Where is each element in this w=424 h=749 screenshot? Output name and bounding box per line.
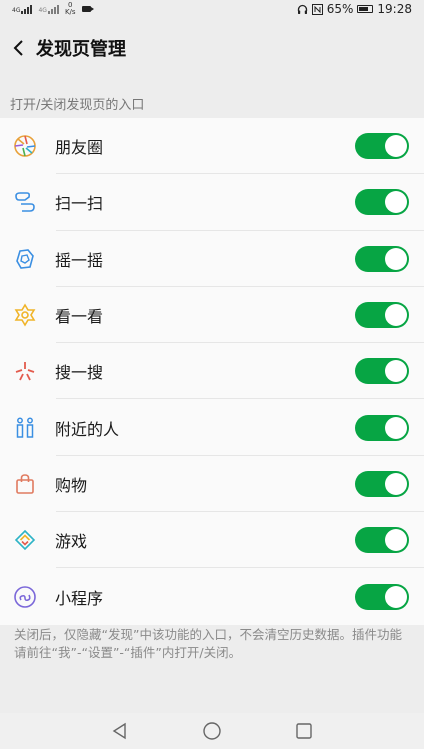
android-nav-bar <box>0 713 424 749</box>
signal-icon: 4G <box>38 4 59 14</box>
toggle-knob <box>385 529 407 552</box>
android-back-button[interactable] <box>109 720 131 742</box>
battery-icon <box>357 5 374 13</box>
people-nearby-toggle[interactable] <box>355 414 409 441</box>
top-stories-toggle[interactable] <box>355 302 409 329</box>
list-item-scan: 扫一扫 <box>0 174 424 231</box>
network-speed-unit: K/s <box>64 8 76 16</box>
list-item-label: 朋友圈 <box>55 138 104 158</box>
list-item-label: 扫一扫 <box>55 194 104 214</box>
list-item-shopping: 购物 <box>0 456 424 513</box>
moments-toggle[interactable] <box>355 133 409 160</box>
mini-program-icon <box>12 584 38 610</box>
page-title: 发现页管理 <box>36 39 126 60</box>
list-item-search: 搜一搜 <box>0 343 424 400</box>
shake-icon <box>12 246 38 272</box>
shopping-bag-icon <box>12 471 38 497</box>
toggle-knob <box>385 135 407 158</box>
scan-toggle[interactable] <box>355 189 409 216</box>
list-item-label: 看一看 <box>55 307 104 327</box>
list-item-label: 摇一摇 <box>55 250 104 270</box>
signal-label: 4G <box>38 6 47 14</box>
network-speed-icon: 0 K/s <box>64 1 76 16</box>
shake-toggle[interactable] <box>355 245 409 272</box>
recents-square-icon <box>296 723 312 739</box>
list-item-label: 搜一搜 <box>55 363 104 383</box>
scan-icon <box>12 189 38 215</box>
list-item-top-stories: 看一看 <box>0 287 424 344</box>
toggle-knob <box>385 360 407 383</box>
search-icon <box>12 358 38 384</box>
list-item-shake: 摇一摇 <box>0 231 424 288</box>
headset-icon <box>297 4 308 15</box>
footnote: 关闭后，仅隐藏“发现”中该功能的入口，不会清空历史数据。插件功能请前往“我”-“… <box>14 627 402 660</box>
android-home-button[interactable] <box>201 720 223 742</box>
signal-icon: 4G <box>12 4 33 14</box>
toggle-knob <box>385 247 407 270</box>
search-toggle[interactable] <box>355 358 409 385</box>
status-right: 65% 19:28 <box>297 2 412 16</box>
home-circle-icon <box>203 722 221 740</box>
back-button[interactable] <box>2 28 36 68</box>
status-bar: 4G 4G 0 K/s 65% 19:28 <box>0 0 424 18</box>
moments-icon <box>12 133 38 159</box>
toggle-knob <box>385 304 407 327</box>
list-item-mini-program: 小程序 <box>0 568 424 624</box>
toggle-knob <box>385 191 407 214</box>
video-icon <box>81 6 94 12</box>
chevron-left-icon <box>13 40 23 56</box>
nfc-icon <box>311 3 323 15</box>
list-item-moments: 朋友圈 <box>0 118 424 175</box>
status-left: 4G 4G 0 K/s <box>12 1 94 16</box>
android-recents-button[interactable] <box>293 720 315 742</box>
list-item-label: 小程序 <box>55 588 104 608</box>
section-label: 打开/关闭发现页的入口 <box>10 98 145 113</box>
top-stories-icon <box>12 302 38 328</box>
people-nearby-icon <box>12 415 38 441</box>
list-item-people-nearby: 附近的人 <box>0 399 424 457</box>
signal-label: 4G <box>12 6 21 14</box>
toggle-knob <box>385 472 407 495</box>
discover-entry-list: 朋友圈 扫一扫 摇一摇 看一看 搜一搜 附近的人 购物 游戏 小程序 <box>0 118 424 625</box>
games-toggle[interactable] <box>355 527 409 554</box>
back-triangle-icon <box>112 722 126 740</box>
list-item-label: 游戏 <box>55 532 88 552</box>
games-icon <box>12 527 38 553</box>
battery-percent: 65% <box>326 2 354 16</box>
list-item-label: 附近的人 <box>55 419 120 439</box>
list-item-games: 游戏 <box>0 512 424 569</box>
mini-program-toggle[interactable] <box>355 583 409 610</box>
toggle-knob <box>385 416 407 439</box>
clock: 19:28 <box>377 2 412 16</box>
shopping-toggle[interactable] <box>355 470 409 497</box>
toggle-knob <box>385 585 407 608</box>
list-item-label: 购物 <box>55 475 88 495</box>
nav-header: 发现页管理 <box>0 18 424 78</box>
